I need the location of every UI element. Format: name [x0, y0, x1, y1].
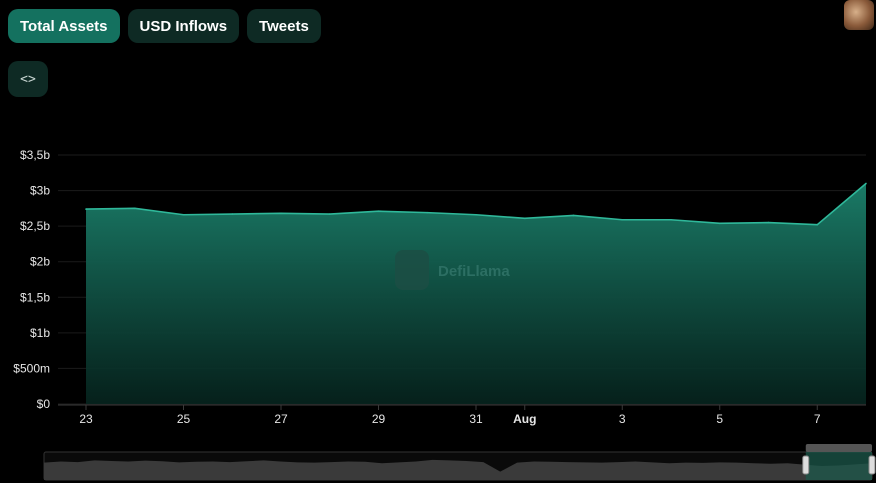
data-point [475, 213, 477, 216]
y-axis: $0 $500m $1b $1,5b $2b $2,5b $3b $3,5b [13, 148, 50, 411]
chart-svg: $0 $500m $1b $1,5b $2b $2,5b $3b $3,5b 23 25 27 29… [13, 148, 876, 481]
data-point [377, 210, 380, 213]
x-tick-label: 25 [177, 412, 191, 426]
data-point [718, 222, 721, 225]
x-tick-label: 5 [716, 412, 723, 426]
x-tick-label: 3 [619, 412, 626, 426]
x-tick-label: 31 [469, 412, 483, 426]
x-tick-label: Aug [513, 412, 536, 426]
series-area [86, 183, 866, 404]
data-point [231, 213, 234, 215]
y-tick-label: $2,5b [20, 219, 50, 233]
brush-handle[interactable] [868, 455, 876, 475]
x-axis: 23 25 27 29 31 Aug 3 5 7 [58, 404, 866, 426]
y-tick-label: $2b [30, 255, 50, 269]
y-tick-label: $1b [30, 326, 50, 340]
x-tick-label: 29 [372, 412, 386, 426]
data-point [670, 218, 672, 221]
brush-selection[interactable] [805, 452, 872, 480]
data-point [523, 217, 526, 220]
brush-drag-bar[interactable] [805, 444, 872, 452]
x-tick-label: 23 [79, 412, 93, 426]
data-point [328, 213, 331, 215]
series-total-assets [85, 182, 867, 404]
brush-handle[interactable] [802, 455, 810, 475]
data-point [85, 208, 87, 210]
y-tick-label: $0 [37, 397, 51, 411]
data-point [865, 182, 867, 185]
data-point [767, 221, 770, 224]
data-point [621, 218, 624, 221]
data-point [572, 214, 575, 217]
y-tick-label: $3b [30, 184, 50, 198]
data-point [426, 211, 429, 214]
y-tick-label: $3,5b [20, 148, 50, 162]
y-tick-label: $1,5b [20, 290, 50, 304]
data-point [133, 207, 136, 210]
y-tick-label: $500m [13, 361, 50, 375]
x-tick-label: 27 [274, 412, 288, 426]
x-tick-label: 7 [814, 412, 821, 426]
data-point [816, 223, 819, 226]
data-point [280, 212, 282, 215]
range-brush[interactable] [43, 444, 876, 481]
defillama-logo-icon [395, 250, 429, 290]
data-point [182, 213, 185, 216]
watermark-text: DefiLlama [438, 263, 510, 280]
